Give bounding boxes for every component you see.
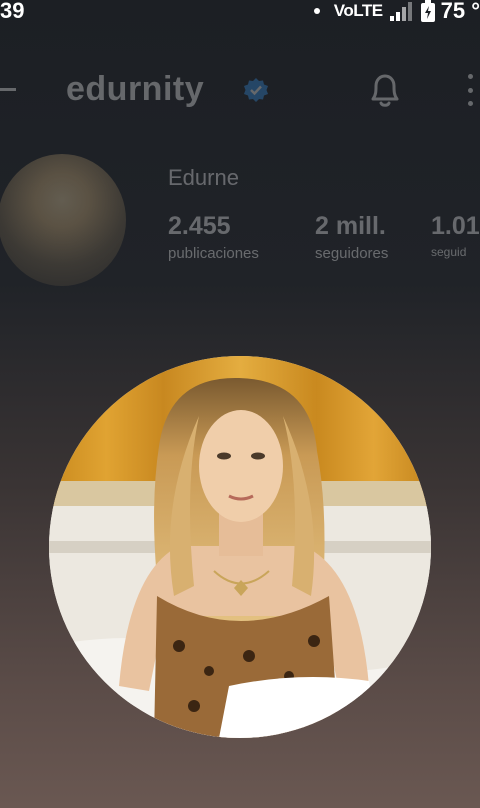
- stat-followers-value: 2 mill.: [315, 212, 386, 240]
- stat-posts-value: 2.455: [168, 212, 231, 240]
- profile-username: edurnity: [66, 70, 205, 108]
- enlarged-profile-photo: [49, 356, 431, 738]
- profile-avatar[interactable]: [0, 154, 126, 286]
- stat-posts[interactable]: 2.455 publicaciones: [168, 212, 259, 262]
- stat-posts-label: publicaciones: [168, 245, 259, 262]
- profile-header: edurnity Edurne 2.455 publicaciones 2 mi…: [0, 0, 480, 340]
- more-options-icon[interactable]: [466, 74, 474, 106]
- stat-followers[interactable]: 2 mill. seguidores: [315, 212, 388, 262]
- stat-following-value: 1.01: [431, 212, 480, 240]
- profile-full-name: Edurne: [168, 165, 239, 190]
- verified-badge-icon: [244, 78, 268, 102]
- stat-following[interactable]: 1.01 seguid: [431, 212, 480, 259]
- stat-followers-label: seguidores: [315, 245, 389, 262]
- profile-photo-image: [49, 356, 431, 738]
- bell-icon[interactable]: [366, 70, 404, 110]
- back-arrow-icon[interactable]: [0, 88, 16, 91]
- stat-following-label: seguid: [431, 245, 467, 259]
